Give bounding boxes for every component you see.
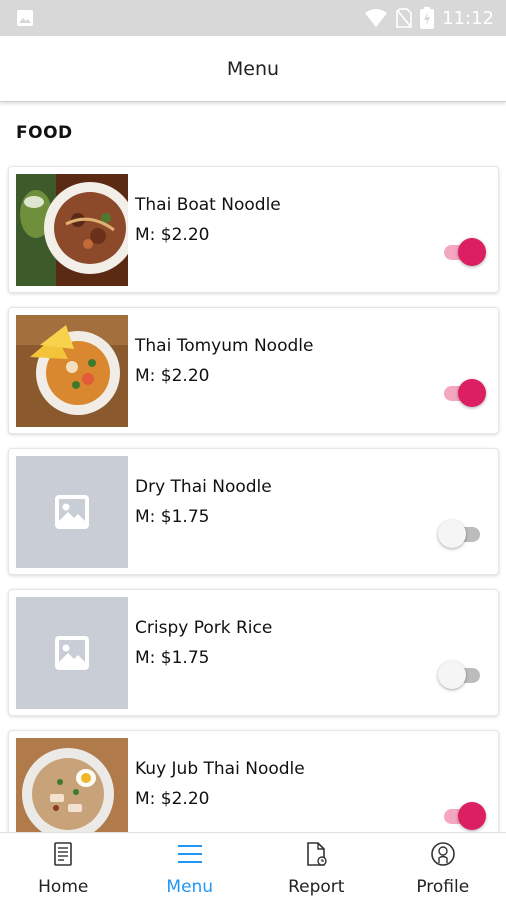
availability-toggle[interactable]: [440, 238, 486, 266]
availability-toggle[interactable]: [438, 520, 484, 548]
placeholder-image-icon: [55, 495, 89, 529]
tomyum-noodle-photo: [16, 315, 128, 427]
nav-profile[interactable]: Profile: [380, 833, 506, 900]
item-photo: [16, 315, 128, 427]
availability-toggle[interactable]: [440, 379, 486, 407]
availability-toggle[interactable]: [438, 661, 484, 689]
menu-item-card[interactable]: Thai Boat Noodle M: $2.20: [8, 166, 499, 293]
page-title: Menu: [226, 57, 280, 80]
toggle-knob: [458, 238, 486, 266]
menu-item-card[interactable]: Dry Thai Noodle M: $1.75: [8, 448, 499, 575]
item-photo-placeholder: [16, 456, 128, 568]
document-list-icon: [54, 842, 73, 866]
boat-noodle-photo: [16, 174, 128, 286]
item-price: M: $1.75: [135, 507, 210, 527]
item-name: Crispy Pork Rice: [135, 618, 273, 638]
section-title: FOOD: [16, 123, 73, 143]
bottom-navigation: Home Menu Report Profile: [0, 832, 506, 900]
nav-home-label: Home: [38, 877, 89, 897]
nav-menu-label: Menu: [166, 877, 214, 897]
item-price: M: $2.20: [135, 366, 210, 386]
menu-item-card[interactable]: Thai Tomyum Noodle M: $2.20: [8, 307, 499, 434]
hamburger-menu-icon: [177, 845, 202, 863]
item-name: Thai Boat Noodle: [135, 195, 281, 215]
app-bar: Menu: [0, 36, 506, 102]
nav-menu[interactable]: Menu: [127, 833, 254, 900]
profile-icon: [430, 842, 455, 866]
item-price: M: $2.20: [135, 789, 210, 809]
item-name: Thai Tomyum Noodle: [135, 336, 314, 356]
menu-list[interactable]: FOOD Thai Boat Noodle M: $2.20 Thai Tomy…: [0, 0, 506, 832]
nav-report-label: Report: [288, 877, 345, 897]
item-name: Kuy Jub Thai Noodle: [135, 759, 305, 779]
item-price: M: $2.20: [135, 225, 210, 245]
placeholder-image-icon: [55, 636, 89, 670]
toggle-knob: [458, 379, 486, 407]
item-name: Dry Thai Noodle: [135, 477, 272, 497]
nav-report[interactable]: Report: [253, 833, 380, 900]
toggle-knob: [438, 520, 466, 548]
availability-toggle[interactable]: [440, 802, 486, 830]
toggle-knob: [458, 802, 486, 830]
item-price: M: $1.75: [135, 648, 210, 668]
toggle-knob: [438, 661, 466, 689]
menu-item-card[interactable]: Kuy Jub Thai Noodle M: $2.20: [8, 730, 499, 832]
item-photo: [16, 174, 128, 286]
menu-item-card[interactable]: Crispy Pork Rice M: $1.75: [8, 589, 499, 716]
item-photo-placeholder: [16, 597, 128, 709]
report-document-icon: [307, 842, 327, 866]
item-photo: [16, 738, 128, 832]
nav-profile-label: Profile: [416, 877, 470, 897]
nav-home[interactable]: Home: [0, 833, 127, 900]
kuy-jub-noodle-photo: [16, 738, 128, 832]
